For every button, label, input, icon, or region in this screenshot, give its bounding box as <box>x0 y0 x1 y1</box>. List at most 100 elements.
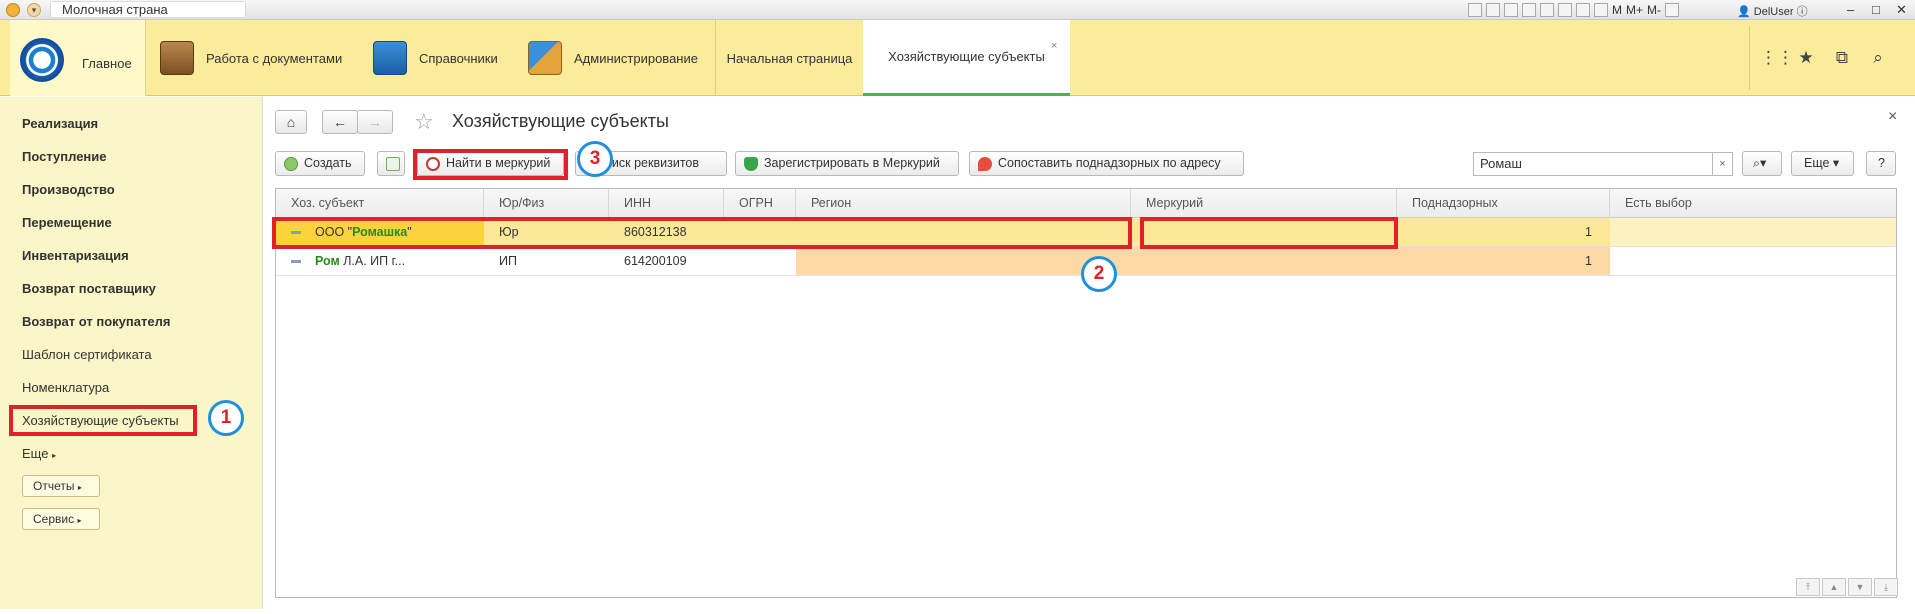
subject-suffix: Л.А. ИП г... <box>339 254 406 268</box>
grid-menu-icon[interactable]: ⋮⋮ <box>1760 48 1794 68</box>
annotation-badge-3: 3 <box>577 141 613 177</box>
column-header[interactable]: Юр/Физ <box>484 189 609 218</box>
last-page-icon[interactable]: ⤓ <box>1874 578 1898 596</box>
calculator-icon[interactable] <box>1594 3 1608 17</box>
memory-plus-button[interactable]: M+ <box>1626 3 1643 17</box>
sidebar-item-customer-return[interactable]: Возврат от покупателя <box>22 314 170 329</box>
print-icon[interactable] <box>1558 3 1572 17</box>
supervised-cell[interactable]: 1 <box>1397 247 1610 275</box>
annotation-highlight-find-button <box>413 149 568 180</box>
memory-button[interactable]: M <box>1612 3 1622 17</box>
annotation-badge-2: 2 <box>1081 256 1117 292</box>
tab-business-entities[interactable]: Хозяйствующие субъекты <box>863 20 1070 96</box>
app-logo-icon[interactable] <box>6 3 20 17</box>
sidebar-item-receipts[interactable]: Поступление <box>22 149 107 164</box>
reports-label: Отчеты <box>33 479 75 493</box>
sidebar-item-sales[interactable]: Реализация <box>22 116 98 131</box>
search-icon: ⌕▾ <box>1753 156 1767 170</box>
search-clear-icon[interactable]: × <box>1713 152 1733 176</box>
column-header[interactable]: Поднадзорных <box>1397 189 1610 218</box>
main-menu-icon[interactable]: ▾ <box>27 3 41 17</box>
search-options-button[interactable]: ⌕▾ <box>1742 151 1782 176</box>
sidebar-item-supplier-return[interactable]: Возврат поставщику <box>22 281 156 296</box>
info-icon[interactable]: ⓘ <box>1797 6 1808 18</box>
section-directories[interactable]: Справочники <box>373 20 498 96</box>
sidebar-item-inventory[interactable]: Инвентаризация <box>22 248 129 263</box>
annotation-badge-1: 1 <box>208 400 244 436</box>
arrow-right-icon: ▸ <box>77 483 82 492</box>
match-by-address-button[interactable]: Сопоставить поднадзорных по адресу <box>969 151 1244 176</box>
create-button[interactable]: Создать <box>275 151 365 176</box>
1c-logo-icon <box>20 38 64 82</box>
column-header[interactable]: ОГРН <box>724 189 796 218</box>
help-button[interactable]: ? <box>1866 151 1896 176</box>
has-choice-cell[interactable] <box>1610 218 1896 246</box>
create-label: Создать <box>304 156 352 170</box>
section-administration[interactable]: Администрирование <box>528 20 698 96</box>
favorite-icon[interactable] <box>1522 3 1536 17</box>
briefcase-icon <box>160 41 194 75</box>
home-label: Главное <box>82 56 132 71</box>
service-button[interactable]: Сервис ▸ <box>22 508 100 530</box>
search-icon[interactable]: ⌕ <box>1868 48 1888 68</box>
annotation-highlight-mercury <box>1140 217 1398 249</box>
close-window-icon[interactable]: ✕ <box>1896 2 1907 18</box>
copy-button[interactable] <box>377 151 405 176</box>
memory-minus-button[interactable]: M- <box>1647 3 1661 17</box>
copy-icon <box>386 157 400 171</box>
doc-icon[interactable] <box>1504 3 1518 17</box>
register-in-mercury-button[interactable]: Зарегистрировать в Меркурий <box>735 151 959 176</box>
doc-icon[interactable] <box>1486 3 1500 17</box>
calendar-icon[interactable] <box>1576 3 1590 17</box>
current-user[interactable]: 👤 DelUser ⓘ <box>1737 3 1808 19</box>
column-header[interactable]: Регион <box>796 189 1131 218</box>
subject-cell[interactable]: Ром Л.А. ИП г... <box>276 247 484 275</box>
has-choice-cell[interactable] <box>1610 247 1896 275</box>
arrow-right-icon: ▸ <box>77 516 82 525</box>
type-cell[interactable]: ИП <box>484 247 609 275</box>
forward-button[interactable]: → <box>357 110 393 134</box>
doc-icon[interactable] <box>1468 3 1482 17</box>
history-icon[interactable]: ⧉ <box>1832 48 1852 68</box>
more-label: Еще <box>1804 156 1830 170</box>
form-close-icon[interactable]: × <box>1888 108 1897 126</box>
section-documents[interactable]: Работа с документами <box>160 20 342 96</box>
more-actions-button[interactable]: Еще ▾ <box>1791 151 1854 176</box>
minimize-icon[interactable]: – <box>1847 2 1854 17</box>
sidebar-item-more[interactable]: Еще ▸ <box>22 446 56 461</box>
link-icon[interactable] <box>1540 3 1554 17</box>
help-label: ? <box>1878 156 1885 170</box>
search-input[interactable]: Ромаш <box>1473 152 1713 176</box>
tab-label: Начальная страница <box>726 50 853 66</box>
tab-start-page[interactable]: Начальная страница <box>715 20 863 96</box>
ogrn-cell[interactable] <box>724 247 796 275</box>
tab-close-icon[interactable]: × <box>1051 40 1057 52</box>
sidebar-item-nomenclature[interactable]: Номенклатура <box>22 380 109 395</box>
reports-button[interactable]: Отчеты ▸ <box>22 475 100 497</box>
inn-cell[interactable]: 614200109 <box>609 247 724 275</box>
page-down-icon[interactable]: ▼ <box>1848 578 1872 596</box>
maximize-icon[interactable]: □ <box>1872 2 1880 17</box>
entities-table: Хоз. субъект Юр/Физ ИНН ОГРН Регион Мерк… <box>275 188 1897 598</box>
home-button[interactable]: ⌂ <box>275 110 307 134</box>
home-section[interactable]: Главное <box>10 20 146 96</box>
arrow-left-icon: ← <box>333 114 347 130</box>
home-icon: ⌂ <box>286 114 296 130</box>
page-up-icon[interactable]: ▲ <box>1822 578 1846 596</box>
first-page-icon[interactable]: ⤒ <box>1796 578 1820 596</box>
panel-icon[interactable] <box>1665 3 1680 17</box>
sections-panel: Главное Работа с документами Справочники… <box>0 20 1915 96</box>
column-header[interactable]: Меркурий <box>1131 189 1397 218</box>
star-icon[interactable]: ★ <box>1796 48 1816 68</box>
window-title: Молочная страна <box>62 2 168 17</box>
back-button[interactable]: ← <box>322 110 358 134</box>
column-header[interactable]: ИНН <box>609 189 724 218</box>
sidebar-item-production[interactable]: Производство <box>22 182 115 197</box>
favorite-star-icon[interactable]: ☆ <box>414 109 434 135</box>
column-header[interactable]: Есть выбор <box>1610 189 1896 218</box>
sidebar-item-certificate-template[interactable]: Шаблон сертификата <box>22 347 152 362</box>
sidebar-item-transfer[interactable]: Перемещение <box>22 215 112 230</box>
supervised-cell[interactable]: 1 <box>1397 218 1610 246</box>
column-header[interactable]: Хоз. субъект <box>276 189 484 218</box>
annotation-highlight-row <box>272 217 1132 249</box>
